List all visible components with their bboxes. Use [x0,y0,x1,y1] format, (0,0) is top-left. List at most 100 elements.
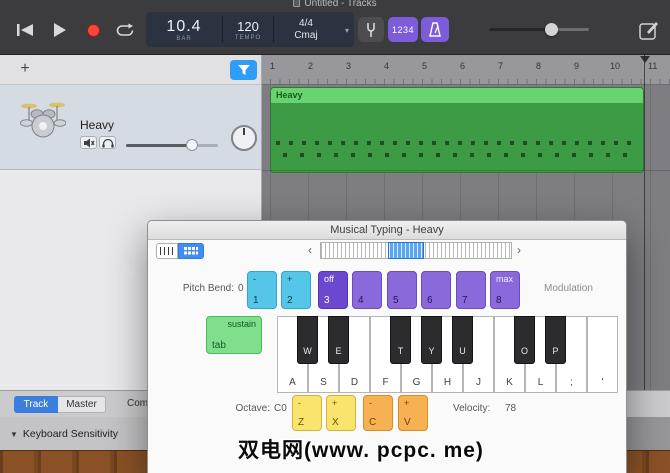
count-in-label: 1234 [392,25,414,35]
lcd-signature-key: 4/4 Cmaj ▾ [274,12,338,47]
track-volume-slider[interactable] [126,144,218,147]
musical-typing-view-button[interactable] [178,243,204,259]
key-bottom-label: 2 [287,295,293,306]
window-title-text: Untitled - Tracks [304,0,376,9]
ruler-number: 8 [536,61,541,71]
octave-up-key[interactable]: + X [326,395,356,431]
octave-range-left-arrow[interactable]: ‹ [308,243,312,257]
key-letter: U [453,346,472,356]
key-letter: O [515,346,534,356]
key-letter: F [371,377,400,388]
playhead-marker[interactable] [640,56,650,63]
tuner-button[interactable] [358,17,384,42]
pitch-bend-label: Pitch Bend: [156,283,234,294]
velocity-up-key[interactable]: + V [398,395,428,431]
active-octave-range[interactable] [388,242,424,259]
white-key-apostrophe[interactable]: ' [587,316,618,393]
velocity-down-key[interactable]: - C [363,395,393,431]
modulation-key-6[interactable]: 6 [421,271,451,309]
musical-typing-titlebar[interactable]: Musical Typing - Heavy [148,221,626,240]
black-key-t[interactable]: T [390,316,411,364]
mute-button[interactable] [80,136,97,149]
playhead-line [644,55,645,390]
black-key-e[interactable]: E [328,316,349,364]
play-icon [53,23,66,37]
disclosure-triangle-icon[interactable]: ▼ [10,430,18,439]
lcd-display[interactable]: 10.4 BAR 120 TEMPO 4/4 Cmaj ▾ [146,12,354,47]
keyboard-overview[interactable] [320,242,512,259]
mute-speaker-icon [83,138,95,148]
keyboard-sensitivity-label: Keyboard Sensitivity [23,428,118,440]
rewind-button[interactable] [10,17,40,43]
keyboard-sensitivity-row[interactable]: ▼ Keyboard Sensitivity [0,417,150,452]
controls-segmented: Track Master [14,396,106,413]
record-icon [87,24,100,37]
tab-track[interactable]: Track [14,396,58,413]
ruler-number: 10 [610,61,620,71]
black-key-w[interactable]: W [297,316,318,364]
key-bottom-label: 4 [358,295,364,306]
lane-divider [262,170,670,171]
record-button[interactable] [78,17,108,43]
key-letter: K [495,377,524,388]
velocity-label: Velocity: [453,403,490,414]
black-key-p[interactable]: P [545,316,566,364]
key-bottom-label: V [404,417,411,428]
modulation-off-key[interactable]: off 3 [318,271,348,309]
count-in-button[interactable]: 1234 [388,17,418,42]
track-volume-thumb[interactable] [186,139,198,151]
metronome-button[interactable] [421,17,449,42]
track-row-heavy[interactable]: Heavy [0,85,261,170]
ruler-number: 7 [498,61,503,71]
black-key-u[interactable]: U [452,316,473,364]
document-icon [293,0,300,7]
drum-kit-image [20,98,66,140]
pan-knob[interactable] [231,125,257,151]
keyboard-view-button[interactable] [156,243,178,259]
key-top-label: off [324,274,334,284]
sustain-key[interactable]: sustain tab [206,316,262,354]
modulation-max-key[interactable]: max 8 [490,271,520,309]
pitch-bend-up-key[interactable]: + 2 [281,271,311,309]
tuning-fork-icon [366,22,376,38]
key-letter: P [546,346,565,356]
master-volume-slider[interactable] [489,28,589,31]
volume-fill [489,28,551,31]
key-top-label: sustain [227,319,256,329]
cycle-loop-icon [116,23,134,37]
lcd-tempo: 120 TEMPO [223,12,273,47]
midi-region-heavy[interactable]: Heavy [270,87,644,173]
edit-pencil-icon [639,19,659,40]
key-bottom-label: 7 [462,295,468,306]
black-key-o[interactable]: O [514,316,535,364]
monitor-button[interactable] [99,136,116,149]
cycle-button[interactable] [110,17,140,43]
filter-funnel-icon [237,64,251,76]
octave-value: C0 [274,403,287,414]
pitch-bend-down-key[interactable]: - 1 [247,271,277,309]
midi-notes [276,141,638,145]
ruler-number: 4 [384,61,389,71]
modulation-key-7[interactable]: 7 [456,271,486,309]
pan-knob-tick [243,128,245,135]
play-button[interactable] [44,17,74,43]
track-controls [80,136,116,149]
timeline-ruler[interactable]: 1 2 3 4 5 6 7 8 9 10 11 [262,55,670,85]
octave-down-key[interactable]: - Z [292,395,322,431]
key-top-label: - [298,398,301,408]
notepad-button[interactable] [634,16,664,42]
black-key-y[interactable]: Y [421,316,442,364]
octave-range-right-arrow[interactable]: › [517,243,521,257]
chevron-down-icon[interactable]: ▾ [345,26,349,35]
modulation-key-4[interactable]: 4 [352,271,382,309]
modulation-key-5[interactable]: 5 [387,271,417,309]
tab-master[interactable]: Master [58,396,106,413]
window-title: Untitled - Tracks [0,0,670,9]
volume-slider-thumb[interactable] [545,23,558,36]
add-track-button[interactable]: + [14,58,36,80]
track-filter-button[interactable] [230,60,257,80]
key-bottom-label: 6 [427,295,433,306]
key-letter: H [433,377,462,388]
key-letter: Y [422,346,441,356]
lcd-position: 10.4 BAR [146,12,222,47]
